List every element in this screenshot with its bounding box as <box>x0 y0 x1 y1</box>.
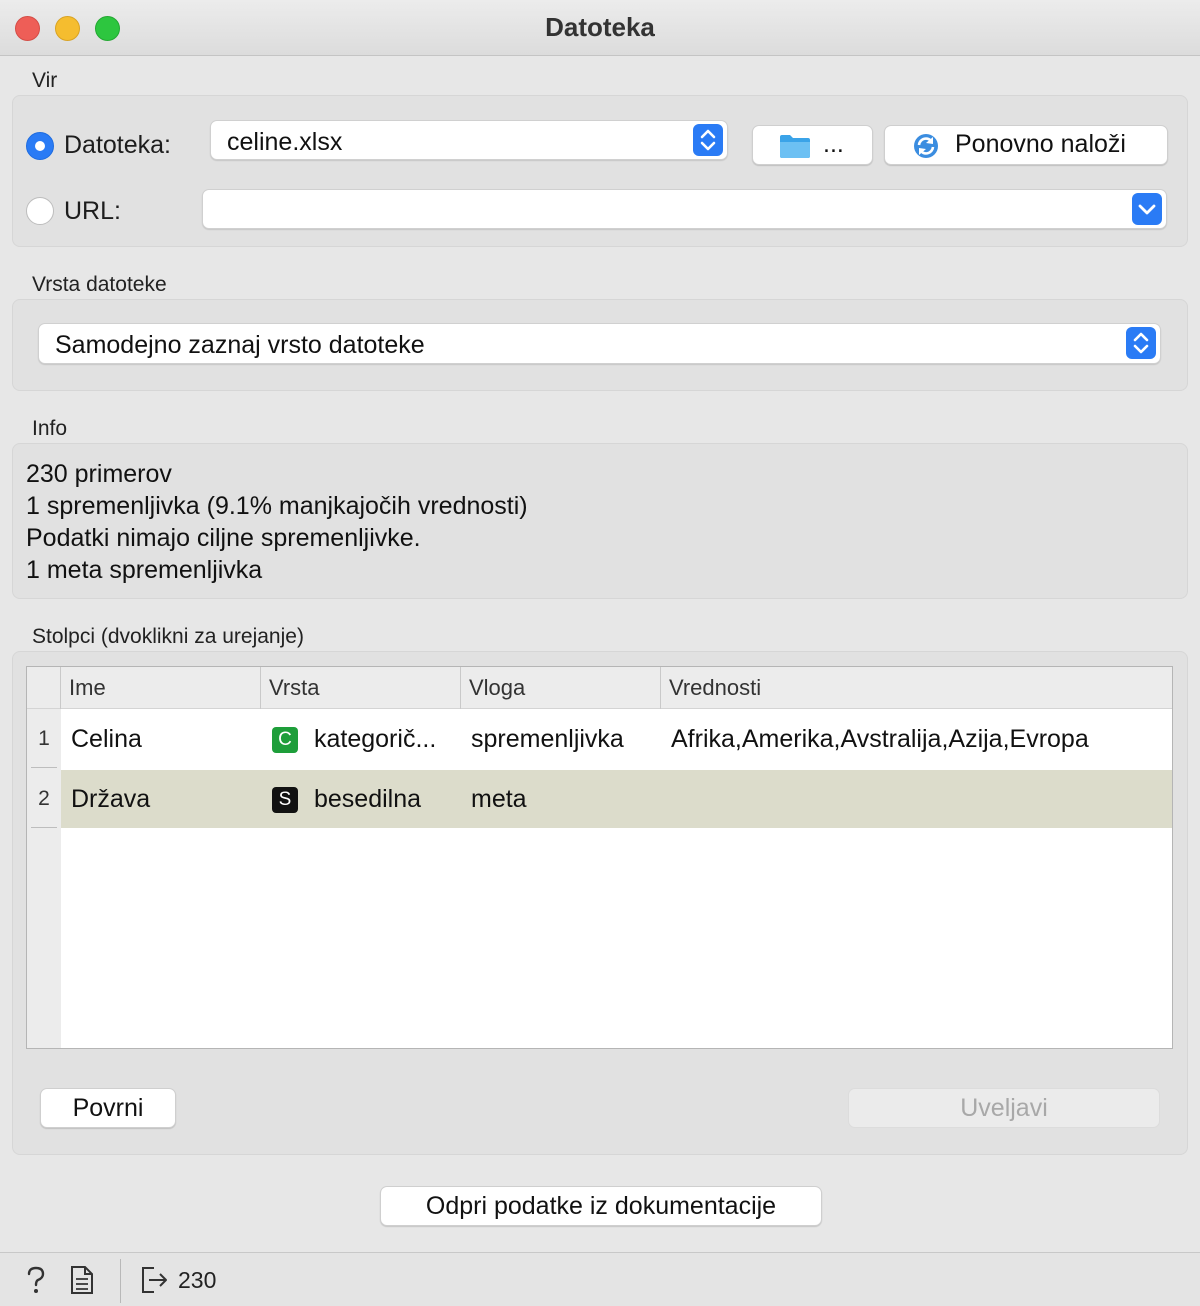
help-icon[interactable] <box>24 1265 48 1300</box>
browse-button-label: ... <box>823 130 844 158</box>
url-radio[interactable] <box>26 197 54 225</box>
column-header-type[interactable]: Vrsta <box>260 667 460 709</box>
source-section-label: Vir <box>32 69 58 92</box>
column-header-name[interactable]: Ime <box>60 667 260 709</box>
up-down-chevron-icon <box>1126 327 1156 359</box>
row-divider <box>31 767 57 768</box>
cell-name: Država <box>71 785 151 813</box>
up-down-chevron-icon <box>693 124 723 156</box>
cell-type: kategorič... <box>314 725 437 753</box>
browse-button[interactable]: ... <box>752 125 873 165</box>
table-row[interactable]: Celina C kategorič... spremenljivka Afri… <box>61 710 1172 768</box>
file-combo[interactable]: celine.xlsx <box>210 120 728 160</box>
url-radio-label: URL: <box>64 197 121 225</box>
source-box: Datoteka: celine.xlsx ... Ponovno naloži… <box>12 95 1188 247</box>
cell-name: Celina <box>71 725 142 753</box>
file-type-combo-value: Samodejno zaznaj vrsto datoteke <box>55 331 425 359</box>
info-line-variables: 1 spremenljivka (9.1% manjkajočih vredno… <box>26 492 528 520</box>
open-documentation-data-button[interactable]: Odpri podatke iz dokumentacije <box>380 1186 822 1226</box>
file-combo-value: celine.xlsx <box>227 128 343 156</box>
url-combo[interactable] <box>202 189 1167 229</box>
file-type-section-label: Vrsta datoteke <box>32 273 167 296</box>
cell-role: meta <box>471 785 527 813</box>
cell-role: spremenljivka <box>471 725 624 753</box>
file-radio[interactable] <box>26 132 54 160</box>
reload-icon <box>911 131 941 168</box>
column-header-role[interactable]: Vloga <box>460 667 660 709</box>
output-count: 230 <box>178 1267 217 1293</box>
folder-icon <box>779 133 811 166</box>
file-radio-label: Datoteka: <box>64 131 172 159</box>
title-bar: Datoteka <box>0 0 1200 56</box>
file-type-box: Samodejno zaznaj vrsto datoteke <box>12 299 1188 391</box>
cell-values: Afrika,Amerika,Avstralija,Azija,Evropa <box>671 725 1089 753</box>
info-section-label: Info <box>32 417 68 440</box>
columns-table[interactable]: Ime Vrsta Vloga Vrednosti 1 Celina C kat… <box>26 666 1173 1049</box>
chevron-down-icon[interactable] <box>1132 193 1162 225</box>
table-row[interactable]: Država S besedilna meta <box>61 770 1172 828</box>
row-divider <box>31 827 57 828</box>
window-title: Datoteka <box>545 12 655 42</box>
file-type-combo[interactable]: Samodejno zaznaj vrsto datoteke <box>38 323 1161 364</box>
categorical-type-icon: C <box>272 727 298 753</box>
info-line-examples: 230 primerov <box>26 460 172 488</box>
columns-section-label: Stolpci (dvoklikni za urejanje) <box>32 625 304 648</box>
status-divider <box>120 1259 121 1303</box>
info-line-meta: 1 meta spremenljivka <box>26 556 263 584</box>
info-line-target: Podatki nimajo ciljne spremenljivke. <box>26 524 421 552</box>
table-header: Ime Vrsta Vloga Vrednosti <box>27 667 1172 709</box>
report-icon[interactable] <box>70 1265 94 1300</box>
apply-button[interactable]: Uveljavi <box>848 1088 1160 1128</box>
file-widget-window: Datoteka Vir Datoteka: celine.xlsx ... P… <box>0 0 1200 1306</box>
reset-button[interactable]: Povrni <box>40 1088 176 1128</box>
row-number: 1 <box>38 727 50 750</box>
output-icon <box>140 1265 170 1300</box>
string-type-icon: S <box>272 787 298 813</box>
row-number: 2 <box>38 787 50 810</box>
reload-button-label: Ponovno naloži <box>955 130 1126 158</box>
row-header-column <box>27 667 61 1048</box>
status-bar: 230 <box>0 1252 1200 1306</box>
cell-type: besedilna <box>314 785 422 813</box>
column-header-values[interactable]: Vrednosti <box>660 667 1170 709</box>
reload-button[interactable]: Ponovno naloži <box>884 125 1168 165</box>
